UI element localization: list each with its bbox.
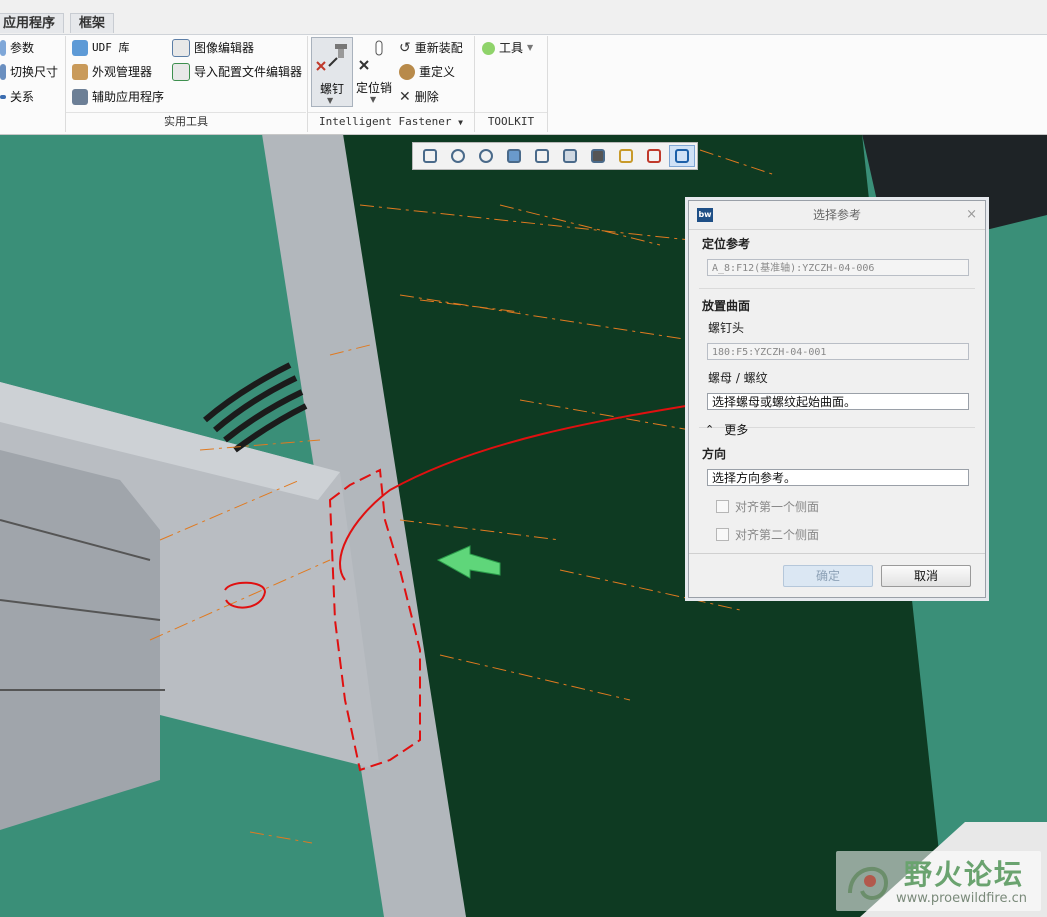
refresh-icon: ↺	[399, 40, 411, 56]
saved-views-icon[interactable]	[529, 145, 555, 167]
relations-icon	[0, 95, 6, 99]
appearance-manager-icon	[72, 64, 88, 80]
delete-button[interactable]: ✕ 删除	[399, 86, 439, 108]
view-toolbar	[412, 142, 698, 170]
delete-icon: ✕	[399, 89, 411, 105]
auxiliary-applications-button[interactable]: 辅助应用程序	[72, 86, 164, 108]
image-editor-button[interactable]: 图像编辑器	[172, 37, 254, 59]
screw-label: 螺钉	[319, 82, 344, 96]
group-label-fastener[interactable]: Intelligent Fastener ▼	[308, 112, 474, 131]
import-profile-editor-icon	[172, 63, 190, 81]
chevron-down-icon: ▼	[370, 95, 377, 104]
import-profile-editor-button[interactable]: 导入配置文件编辑器	[172, 61, 302, 83]
switch-dimensions-icon	[0, 64, 6, 80]
appearance-manager-button[interactable]: 外观管理器	[72, 61, 152, 83]
group-label-toolkit: TOOLKIT	[475, 112, 547, 131]
spin-center-icon[interactable]	[641, 145, 667, 167]
udf-library-icon	[72, 40, 88, 56]
ribbon: 应用程序 框架 参数 切换尺寸 关系 UDF 库 外观管理器 辅助应用程序 图像…	[0, 0, 1047, 135]
ribbon-tab-bar: 应用程序 框架	[0, 0, 1047, 35]
align-first-side-checkbox[interactable]: 对齐第一个侧面	[716, 498, 819, 515]
screw-icon	[316, 44, 347, 71]
redefine-icon	[399, 64, 415, 80]
forum-logo-icon	[848, 866, 889, 900]
select-reference-dialog: bw 选择参考 × 定位参考 A_8:F12(基准轴):YZCZH-04-006…	[688, 200, 986, 598]
locate-pin-icon	[359, 40, 383, 70]
chevron-down-icon: ▼	[527, 43, 534, 52]
udf-library-button[interactable]: UDF 库	[72, 37, 130, 59]
locate-pin-label: 定位销	[356, 81, 393, 95]
display-style-icon[interactable]	[557, 145, 583, 167]
zoom-in-icon[interactable]	[445, 145, 471, 167]
relations-button[interactable]: 关系	[0, 86, 34, 108]
annotation-icon[interactable]	[669, 145, 695, 167]
group-label-utilities: 实用工具	[66, 112, 306, 131]
redefine-button[interactable]: 重定义	[399, 61, 455, 83]
locate-ref-heading: 定位参考	[702, 237, 751, 251]
zoom-out-icon[interactable]	[473, 145, 499, 167]
parameters-button[interactable]: 参数	[0, 37, 34, 59]
chevron-up-icon: ⌃	[705, 423, 715, 436]
chevron-down-icon: ▼	[327, 96, 334, 105]
tab-frame[interactable]: 框架	[70, 13, 115, 33]
watermark-name: 野火论坛	[904, 858, 1025, 891]
left-block	[0, 450, 160, 830]
tools-button[interactable]: 工具 ▼	[482, 37, 533, 59]
close-icon[interactable]: ×	[966, 201, 977, 229]
screw-button[interactable]: 螺钉 ▼	[311, 37, 353, 107]
nut-thread-field[interactable]: 选择螺母或螺纹起始曲面。	[707, 393, 969, 410]
locate-pin-button[interactable]: 定位销 ▼	[356, 37, 392, 105]
locate-ref-field[interactable]: A_8:F12(基准轴):YZCZH-04-006	[707, 259, 969, 276]
direction-heading: 方向	[702, 447, 727, 461]
more-toggle[interactable]: ⌃ 更多	[705, 421, 748, 438]
watermark-url: www.proewildfire.cn	[896, 891, 1027, 906]
parameters-icon	[0, 40, 6, 56]
reassemble-button[interactable]: ↺ 重新装配	[399, 37, 463, 59]
screw-head-field[interactable]: 180:F5:YZCZH-04-001	[707, 343, 969, 360]
switch-dimensions-button[interactable]: 切换尺寸	[0, 61, 58, 83]
cancel-button[interactable]: 取消	[881, 565, 971, 587]
align-second-side-checkbox[interactable]: 对齐第二个侧面	[716, 526, 819, 543]
direction-field[interactable]: 选择方向参考。	[707, 469, 969, 486]
placement-surface-heading: 放置曲面	[702, 299, 751, 313]
chevron-down-icon: ▼	[458, 118, 463, 127]
datum-display-icon[interactable]	[613, 145, 639, 167]
dialog-titlebar[interactable]: bw 选择参考 ×	[689, 201, 985, 230]
forum-watermark: 野火论坛 www.proewildfire.cn	[836, 851, 1041, 911]
tools-icon	[482, 41, 495, 55]
tab-applications[interactable]: 应用程序	[0, 13, 65, 33]
ok-button[interactable]: 确定	[783, 565, 873, 587]
image-editor-icon	[172, 39, 190, 57]
repaint-icon[interactable]	[501, 145, 527, 167]
auxiliary-applications-icon	[72, 89, 88, 105]
refit-icon[interactable]	[417, 145, 443, 167]
screw-head-label: 螺钉头	[708, 321, 745, 335]
dialog-title: 选择参考	[812, 208, 861, 222]
nut-thread-label: 螺母 / 螺纹	[708, 371, 768, 385]
snapshot-icon[interactable]	[585, 145, 611, 167]
